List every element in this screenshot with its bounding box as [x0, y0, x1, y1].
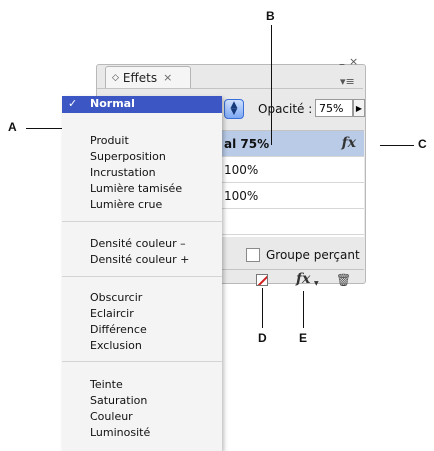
menu-item-densite-moins[interactable]: Densité couleur – [90, 237, 186, 250]
list-item-label: al 75% [224, 136, 270, 151]
check-icon: ✓ [68, 97, 78, 110]
menu-item-superposition[interactable]: Superposition [90, 150, 166, 163]
triangle-right-icon: ▶ [355, 103, 363, 113]
menu-item-difference[interactable]: Différence [90, 323, 147, 336]
menu-divider [62, 361, 222, 362]
menu-item-incrustation[interactable]: Incrustation [90, 166, 156, 179]
chevron-down-icon: ▼ [314, 280, 319, 287]
menu-item-normal[interactable]: Normal [90, 97, 135, 110]
menu-item-eclaircir[interactable]: Eclaircir [90, 307, 134, 320]
panel-divider [214, 269, 364, 270]
chevron-down-icon: ▼ [230, 107, 238, 117]
close-icon[interactable]: × [349, 55, 358, 68]
panel-menu-icon[interactable]: ▾≡ [340, 75, 355, 88]
menu-item-obscurcir[interactable]: Obscurcir [90, 291, 142, 304]
callout-line-a [26, 128, 62, 129]
panel-divider [97, 88, 363, 89]
menu-item-saturation[interactable]: Saturation [90, 394, 147, 407]
menu-item-lumiere-tamisee[interactable]: Lumière tamisée [90, 182, 182, 195]
callout-b: B [266, 9, 275, 23]
list-item-label: 100% [224, 162, 259, 177]
opacity-input[interactable] [315, 99, 353, 117]
fx-icon: fx [341, 135, 356, 151]
opacity-dropdown-button[interactable]: ▶ [353, 99, 365, 117]
callout-line-e [303, 291, 304, 328]
knockout-group-checkbox[interactable] [246, 248, 260, 262]
callout-line-d [262, 288, 263, 328]
fx-button[interactable]: fx [296, 271, 310, 287]
menu-item-couleur[interactable]: Couleur [90, 410, 133, 423]
tab-title: Effets [122, 70, 158, 85]
menu-item-teinte[interactable]: Teinte [90, 378, 123, 391]
effects-list: al 75% fx 100% 100% [214, 130, 364, 237]
trash-icon[interactable]: 🗑 [336, 273, 351, 287]
menu-item-lumiere-crue[interactable]: Lumière crue [90, 198, 162, 211]
list-item-fill[interactable]: 100% [214, 183, 364, 209]
list-item-text[interactable] [214, 209, 364, 235]
list-item-stroke[interactable]: 100% [214, 157, 364, 183]
tab-close-icon[interactable]: × [163, 71, 172, 84]
menu-item-produit[interactable]: Produit [90, 134, 129, 147]
menu-item-densite-plus[interactable]: Densité couleur + [90, 253, 189, 266]
callout-a: A [8, 120, 17, 134]
minimize-icon[interactable]: – [339, 57, 345, 71]
diamond-icon: ◇ [112, 72, 119, 83]
menu-divider [62, 221, 222, 222]
opacity-label: Opacité : [258, 102, 313, 116]
list-item-object[interactable]: al 75% fx [214, 131, 364, 157]
menu-highlight [62, 96, 222, 113]
callout-e: E [299, 331, 308, 345]
blend-mode-menu: ✓ Normal Produit Superposition Incrustat… [62, 96, 222, 451]
callout-d: D [258, 331, 267, 345]
callout-c: C [418, 137, 427, 151]
menu-item-luminosite[interactable]: Luminosité [90, 426, 150, 439]
tab-effets[interactable]: ◇ Effets × [105, 66, 191, 88]
blend-mode-stepper[interactable]: ▲ ▼ [224, 99, 244, 119]
callout-line-c [380, 145, 414, 146]
list-item-label: 100% [224, 188, 259, 203]
knockout-group-label: Groupe perçant [266, 248, 360, 262]
clear-effects-icon[interactable] [256, 274, 268, 286]
menu-item-exclusion[interactable]: Exclusion [90, 339, 142, 352]
menu-divider [62, 276, 222, 277]
callout-line-b [271, 25, 272, 145]
